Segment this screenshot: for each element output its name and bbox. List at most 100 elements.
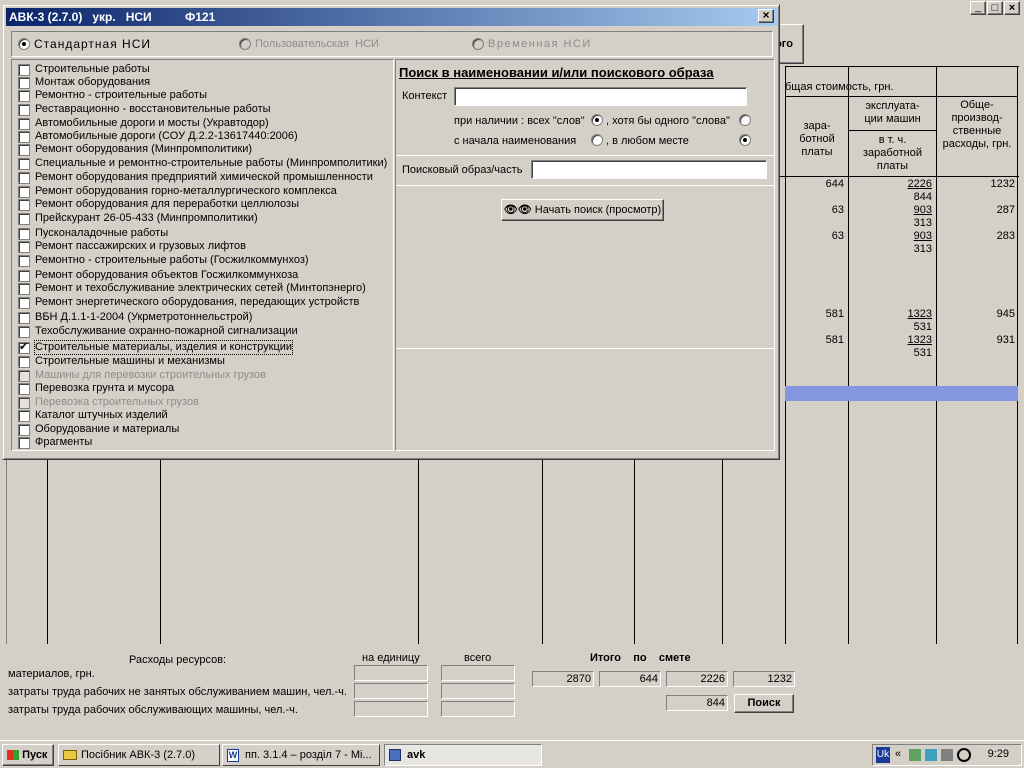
catalog-checkbox[interactable]: [18, 241, 30, 253]
catalog-checkbox[interactable]: [18, 158, 30, 170]
catalog-checkbox[interactable]: [18, 172, 30, 184]
labor-total: [441, 683, 515, 699]
catalog-item-label[interactable]: Ремонт оборудования предприятий химическ…: [35, 171, 373, 184]
catalog-checkbox[interactable]: [18, 410, 30, 422]
catalog-checkbox[interactable]: [18, 424, 30, 436]
materials-per-unit: [354, 665, 428, 681]
catalog-checkbox[interactable]: [18, 283, 30, 295]
catalog-item-label[interactable]: Машины для перевозки строительных грузов: [35, 369, 266, 382]
resource-row-materials: материалов, грн.: [8, 668, 95, 680]
row5-machines-sub: 531: [913, 347, 932, 359]
catalog-checkbox[interactable]: [18, 144, 30, 156]
catalog-checkbox[interactable]: [18, 118, 30, 130]
app-window-controls: _ □ ×: [970, 1, 1020, 17]
catalog-item-label[interactable]: Строительные машины и механизмы: [35, 355, 225, 368]
total-header: всего: [464, 652, 492, 664]
catalog-item-label[interactable]: Ремонт энергетического оборудования, пер…: [35, 296, 359, 309]
from-start-radio[interactable]: [591, 134, 603, 146]
catalog-item-label[interactable]: Строительные материалы, изделия и констр…: [33, 340, 294, 355]
catalog-item-label[interactable]: Ремонт оборудования горно-металлургическ…: [35, 185, 337, 198]
catalog-checkbox[interactable]: [18, 90, 30, 102]
search-button[interactable]: Поиск: [734, 694, 794, 713]
catalog-item-label[interactable]: Ремонт оборудования (Минпромполитики): [35, 143, 252, 156]
catalog-item-label[interactable]: Ремонт и техобслуживание электрических с…: [35, 282, 366, 295]
catalog-item-label[interactable]: Ремонтно - строительные работы: [35, 89, 207, 102]
catalog-item-label[interactable]: Реставрационно - восстановительные работ…: [35, 103, 271, 116]
row4-overhead: 945: [996, 308, 1015, 320]
catalog-item-label[interactable]: Прейскурант 26-05-433 (Минпромполитики): [35, 212, 258, 225]
catalog-checkbox[interactable]: [18, 356, 30, 368]
catalog-item-label[interactable]: Ремонтно - строительные работы (Госжилко…: [35, 254, 309, 267]
catalog-checkbox[interactable]: [18, 370, 30, 382]
task-avk[interactable]: avk: [384, 744, 542, 766]
catalog-item-label[interactable]: Каталог штучных изделий: [35, 409, 168, 422]
catalog-item-label[interactable]: Техобслуживание охранно-пожарной сигнали…: [35, 325, 298, 338]
catalog-checkbox[interactable]: [18, 104, 30, 116]
catalog-item-label[interactable]: Ремонт оборудования объектов Госжилкомму…: [35, 269, 298, 282]
catalog-item-label[interactable]: Фрагменты: [35, 436, 92, 449]
catalog-item-label[interactable]: Монтаж оборудования: [35, 76, 150, 89]
catalog-checkbox[interactable]: [18, 228, 30, 240]
catalog-checkbox[interactable]: [18, 270, 30, 282]
catalog-item-label[interactable]: Автомобильные дороги и мосты (Укравтодор…: [35, 117, 269, 130]
catalog-checkbox[interactable]: [18, 186, 30, 198]
catalog-checkbox[interactable]: [18, 437, 30, 449]
catalog-item-label[interactable]: Ремонт оборудования для переработки целл…: [35, 198, 299, 211]
totals-label: Итого по смете: [590, 652, 691, 664]
maximize-button[interactable]: □: [987, 1, 1003, 15]
pattern-input[interactable]: [531, 160, 767, 179]
catalog-checkbox[interactable]: [18, 297, 30, 309]
catalog-item-label[interactable]: Специальные и ремонтно-строительные рабо…: [35, 157, 387, 170]
user-nsi-radio[interactable]: [239, 38, 251, 50]
catalog-item-label[interactable]: Оборудование и материалы: [35, 423, 179, 436]
task-word[interactable]: W пп. 3.1.4 – розділ 7 - Mi...: [222, 744, 380, 766]
catalog-checkbox[interactable]: [18, 383, 30, 395]
anywhere-radio[interactable]: [739, 134, 751, 146]
catalog-checkbox[interactable]: [18, 255, 30, 267]
search-panel: Поиск в наименовании и/или поискового об…: [395, 59, 775, 451]
catalog-item-label[interactable]: Ремонт пассажирских и грузовых лифтов: [35, 240, 246, 253]
catalog-item-label[interactable]: Перевозка грунта и мусора: [35, 382, 174, 395]
row5-salary: 581: [825, 334, 844, 346]
catalog-item-label[interactable]: ВБН Д.1.1-1-2004 (Укрметротоннельстрой): [35, 311, 252, 324]
highlighted-row[interactable]: [785, 386, 1018, 401]
close-app-button[interactable]: ×: [1004, 1, 1020, 15]
tray-expand-icon[interactable]: «: [895, 748, 901, 760]
catalog-checkbox[interactable]: [18, 213, 30, 225]
context-input[interactable]: [454, 87, 747, 106]
row2-salary: 63: [831, 204, 844, 216]
catalog-checkbox[interactable]: [18, 397, 30, 409]
catalog-list: Строительные работы Монтаж оборудования Ре…: [11, 59, 394, 451]
any-word-radio[interactable]: [739, 114, 751, 126]
dialog-close-button[interactable]: ×: [758, 9, 774, 23]
search-heading: Поиск в наименовании и/или поискового об…: [399, 65, 714, 80]
catalog-item-label[interactable]: Строительные работы: [35, 63, 150, 76]
standard-nsi-label: Стандартная НСИ: [34, 37, 151, 51]
machine-labor-total: [441, 701, 515, 717]
machine-labor-per-unit: [354, 701, 428, 717]
start-search-button[interactable]: 👁👁 Начать поиск (просмотр): [501, 199, 664, 221]
nsi-dialog: АВК-3 (2.7.0) укр. НСИ Ф121 × Стандартна…: [2, 4, 780, 460]
col-overhead-header: Обще- производ- ственные расходы, грн.: [942, 99, 1012, 150]
catalog-checkbox[interactable]: [18, 326, 30, 338]
row1-salary: 644: [825, 178, 844, 190]
catalog-checkbox[interactable]: [18, 199, 30, 211]
catalog-item-label[interactable]: Перевозка строительных грузов: [35, 396, 199, 409]
catalog-item-label[interactable]: Пусконаладочные работы: [35, 227, 168, 240]
all-words-radio[interactable]: [591, 114, 603, 126]
temp-nsi-radio[interactable]: [472, 38, 484, 50]
minimize-button[interactable]: _: [970, 1, 986, 15]
materials-total: [441, 665, 515, 681]
catalog-checkbox[interactable]: [18, 131, 30, 143]
presence-label: при наличии : всех "слов": [454, 115, 585, 127]
start-button[interactable]: Пуск: [2, 744, 54, 766]
standard-nsi-radio[interactable]: [18, 38, 30, 50]
task-posibnyk[interactable]: Посібник АВК-3 (2.7.0): [58, 744, 220, 766]
language-indicator[interactable]: Uk: [876, 747, 890, 763]
catalog-checkbox[interactable]: [18, 312, 30, 324]
catalog-checkbox[interactable]: [18, 340, 30, 354]
catalog-checkbox[interactable]: [18, 64, 30, 76]
catalog-item-label[interactable]: Автомобильные дороги (СОУ Д.2.2-13617440…: [35, 130, 298, 143]
catalog-checkbox[interactable]: [18, 77, 30, 89]
security-icon: [925, 749, 937, 761]
